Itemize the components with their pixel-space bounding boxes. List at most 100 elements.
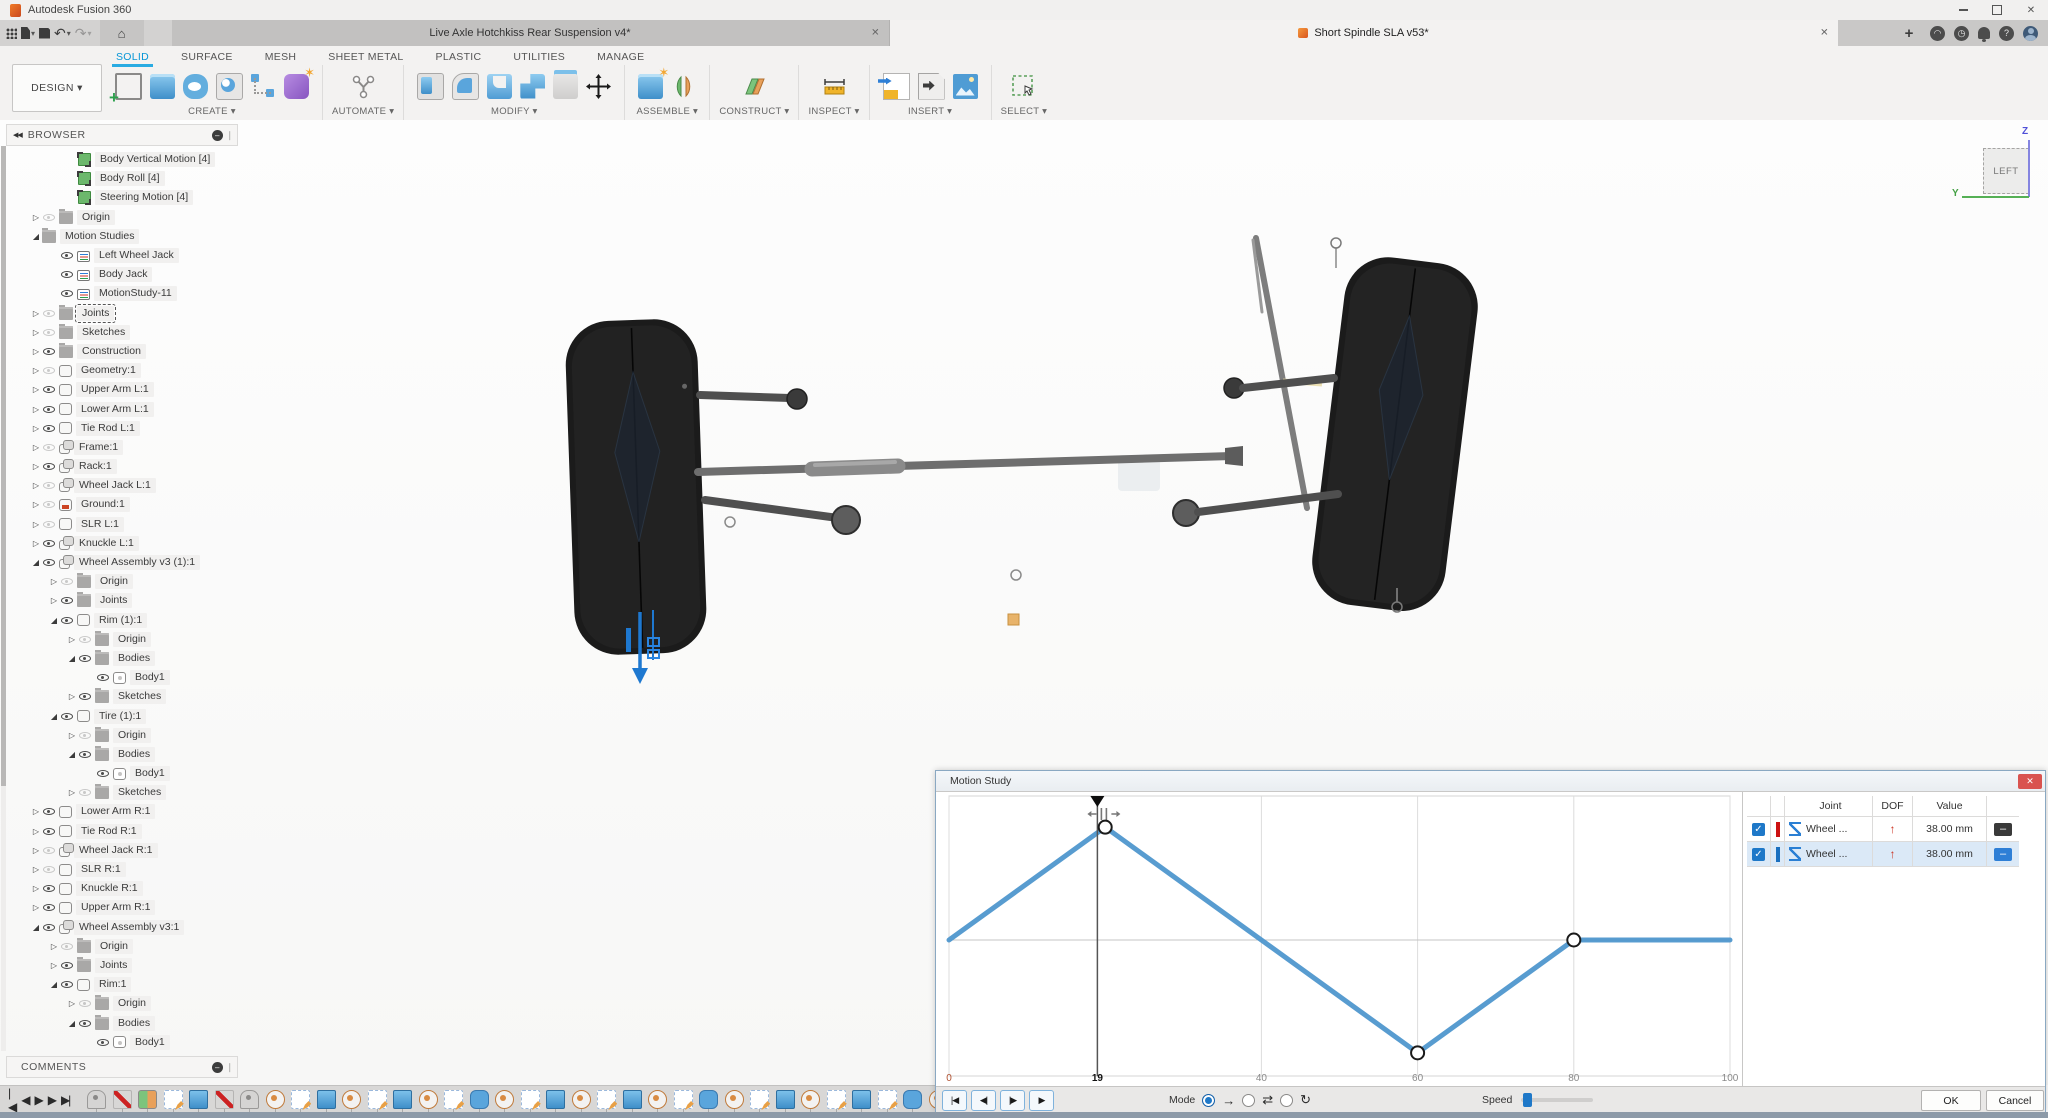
browser-item-steering-motion-4-[interactable]: Steering Motion [4] (6, 188, 250, 207)
browser-item-origin[interactable]: ▷ Origin (6, 572, 250, 591)
visibility-eye-icon[interactable] (42, 383, 57, 396)
visibility-eye-icon[interactable] (78, 729, 93, 742)
browser-item-ground-1[interactable]: ▷ Ground:1 (6, 495, 250, 514)
visibility-eye-icon[interactable] (96, 1036, 111, 1049)
visibility-eye-icon[interactable] (42, 825, 57, 838)
mode-radio-back-and-forth[interactable] (1242, 1093, 1256, 1107)
expand-arrow-icon[interactable]: ▷ (48, 577, 60, 586)
timeline-feature-revolve-icon[interactable] (571, 1090, 591, 1113)
visibility-eye-icon[interactable] (42, 422, 57, 435)
expand-arrow-icon[interactable]: ▷ (66, 999, 78, 1008)
expand-arrow-icon[interactable]: ▷ (30, 520, 42, 529)
browser-item-slr-l-1[interactable]: ▷ SLR L:1 (6, 515, 250, 534)
insert-mesh-icon[interactable] (917, 72, 945, 100)
browser-item-tie-rod-r-1[interactable]: ▷ Tie Rod R:1 (6, 822, 250, 841)
go-to-start-icon[interactable]: |◀ (8, 1086, 17, 1114)
select-icon[interactable] (1011, 74, 1036, 99)
visibility-eye-icon[interactable] (42, 403, 57, 416)
browser-item-body1[interactable]: Body1 (6, 668, 250, 687)
expand-arrow-icon[interactable]: ▷ (30, 309, 42, 318)
visibility-eye-icon[interactable] (42, 326, 57, 339)
browser-item-geometry-1[interactable]: ▷ Geometry:1 (6, 361, 250, 380)
expand-arrow-icon[interactable]: ▷ (48, 942, 60, 951)
notifications-icon[interactable] (1978, 27, 1990, 42)
visibility-eye-icon[interactable] (60, 287, 75, 300)
expand-arrow-icon[interactable]: ▷ (30, 481, 42, 490)
timeline-feature-suppressed-icon[interactable] (112, 1090, 132, 1113)
visibility-eye-icon[interactable] (42, 441, 57, 454)
browser-item-knuckle-l-1[interactable]: ▷ Knuckle L:1 (6, 534, 250, 553)
timeline-feature-sketch-icon[interactable] (163, 1090, 183, 1113)
expand-arrow-icon[interactable]: ▷ (30, 884, 42, 893)
expand-arrow-icon[interactable]: ▷ (30, 539, 42, 548)
visibility-eye-icon[interactable] (78, 633, 93, 646)
visibility-eye-icon[interactable] (42, 556, 57, 569)
browser-item-origin[interactable]: ▷ Origin (6, 630, 250, 649)
view-cube[interactable]: LEFT (1983, 148, 2029, 194)
joint-checkbox[interactable]: ✓ (1752, 822, 1765, 836)
remove-joint-button[interactable]: – (1994, 822, 2012, 836)
visibility-eye-icon[interactable] (42, 537, 57, 550)
timeline-feature-sketch-icon[interactable] (673, 1090, 693, 1113)
step-forward-icon[interactable]: ▶ (48, 1093, 57, 1107)
timeline-feature-extrude-icon[interactable] (189, 1090, 209, 1113)
step-back-icon[interactable]: ◀| (971, 1090, 996, 1111)
browser-item-body1[interactable]: Body1 (6, 1033, 250, 1052)
collapse-browser-icon[interactable]: ◀◀ (13, 131, 23, 139)
expand-arrow-icon[interactable]: ▷ (48, 961, 60, 970)
offset-face-icon[interactable] (553, 73, 579, 99)
browser-item-body1[interactable]: Body1 (6, 764, 250, 783)
expand-arrow-icon[interactable]: ▷ (30, 500, 42, 509)
expand-arrow-icon[interactable]: ▷ (30, 366, 42, 375)
cancel-button[interactable]: Cancel (1986, 1090, 2044, 1111)
browser-item-tire-1-1[interactable]: ◢ Tire (1):1 (6, 706, 250, 725)
workspace-selector[interactable]: DESIGN ▾ (12, 64, 102, 112)
visibility-eye-icon[interactable] (42, 844, 57, 857)
close-tab-icon[interactable]: ✕ (1820, 28, 1828, 39)
expand-arrow-icon[interactable]: ◢ (66, 654, 78, 663)
extensions-icon[interactable]: ◠ (1930, 25, 1945, 41)
scrollbar-thumb[interactable] (1, 146, 6, 786)
speed-slider-handle[interactable] (1523, 1093, 1533, 1107)
browser-item-upper-arm-r-1[interactable]: ▷ Upper Arm R:1 (6, 898, 250, 917)
browser-scrollbar[interactable] (1, 146, 6, 1051)
panel-grip-icon[interactable]: ❘ (226, 1062, 234, 1073)
shell-icon[interactable] (487, 73, 513, 99)
expand-arrow-icon[interactable]: ▷ (66, 788, 78, 797)
browser-item-wheel-assembly-v3-1-1[interactable]: ◢ Wheel Assembly v3 (1):1 (6, 553, 250, 572)
timeline-feature-revolve-icon[interactable] (265, 1090, 285, 1113)
create-group-label[interactable]: CREATE ▾ (188, 106, 236, 117)
joint-table-row[interactable]: ✓ Wheel ... ↑ 38.00 mm – (1747, 817, 2019, 842)
visibility-eye-icon[interactable] (42, 211, 57, 224)
expand-arrow-icon[interactable]: ▷ (66, 731, 78, 740)
browser-item-sketches[interactable]: ▷ Sketches (6, 323, 250, 342)
visibility-eye-icon[interactable] (78, 748, 93, 761)
expand-arrow-icon[interactable]: ▷ (30, 424, 42, 433)
timeline-feature-suppressed-icon[interactable] (214, 1090, 234, 1113)
browser-item-upper-arm-l-1[interactable]: ▷ Upper Arm L:1 (6, 380, 250, 399)
expand-arrow-icon[interactable]: ▷ (30, 827, 42, 836)
motion-study-header[interactable]: Motion Study ✕ (936, 771, 2045, 792)
panel-grip-icon[interactable]: ❘ (226, 130, 234, 141)
visibility-eye-icon[interactable] (60, 249, 75, 262)
close-tab-icon[interactable]: ✕ (871, 28, 879, 39)
close-button[interactable]: ✕ (2014, 0, 2048, 20)
browser-item-lower-arm-l-1[interactable]: ▷ Lower Arm L:1 (6, 399, 250, 418)
browser-item-wheel-jack-l-1[interactable]: ▷ Wheel Jack L:1 (6, 476, 250, 495)
browser-item-rim-1[interactable]: ◢ Rim:1 (6, 975, 250, 994)
browser-item-rim-1-1[interactable]: ◢ Rim (1):1 (6, 611, 250, 630)
timeline-feature-revolve-icon[interactable] (495, 1090, 515, 1113)
joint-checkbox[interactable]: ✓ (1752, 847, 1765, 861)
step-back-icon[interactable]: ◀ (21, 1093, 30, 1107)
timeline-feature-revolve-icon[interactable] (801, 1090, 821, 1113)
expand-arrow-icon[interactable]: ◢ (48, 980, 60, 989)
timeline-feature-form-icon[interactable] (469, 1090, 489, 1113)
visibility-eye-icon[interactable] (60, 940, 75, 953)
expand-arrow-icon[interactable]: ◢ (30, 923, 42, 932)
motion-graph[interactable]: 0 19 40 60 80 100 (936, 792, 1743, 1086)
visibility-eye-icon[interactable] (78, 690, 93, 703)
maximize-button[interactable] (1980, 0, 2014, 20)
timeline-feature-extrude-icon[interactable] (622, 1090, 642, 1113)
browser-item-sketches[interactable]: ▷ Sketches (6, 687, 250, 706)
browser-item-origin[interactable]: ▷ Origin (6, 994, 250, 1013)
